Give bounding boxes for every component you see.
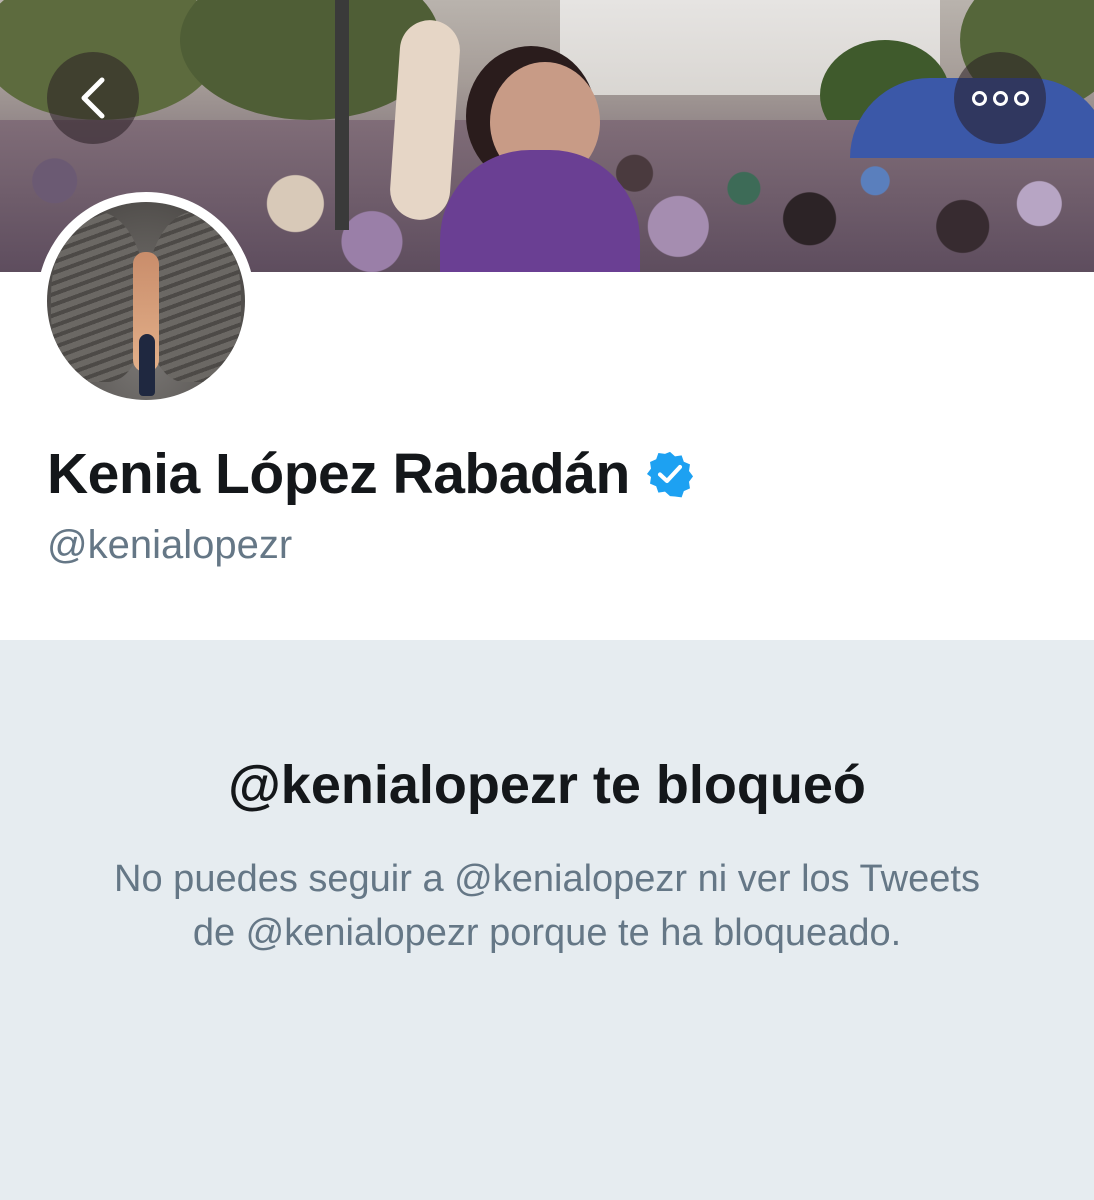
chevron-left-icon: [81, 77, 105, 119]
avatar[interactable]: [37, 192, 255, 410]
profile-page: Kenia López Rabadán @kenialopezr @kenial…: [0, 0, 1094, 1200]
more-horizontal-icon: [971, 90, 1029, 106]
back-button[interactable]: [47, 52, 139, 144]
blocked-title: @kenialopezr te bloqueó: [228, 755, 866, 815]
blocked-notice-panel: @kenialopezr te bloqueó No puedes seguir…: [0, 640, 1094, 1200]
more-options-button[interactable]: [954, 52, 1046, 144]
verified-badge-icon: [646, 451, 693, 498]
profile-name-row: Kenia López Rabadán: [47, 440, 694, 508]
avatar-image: [47, 202, 245, 400]
profile-handle: @kenialopezr: [47, 523, 293, 567]
blocked-description: No puedes seguir a @kenialopezr ni ver l…: [114, 858, 980, 954]
display-name: Kenia López Rabadán: [47, 442, 630, 506]
